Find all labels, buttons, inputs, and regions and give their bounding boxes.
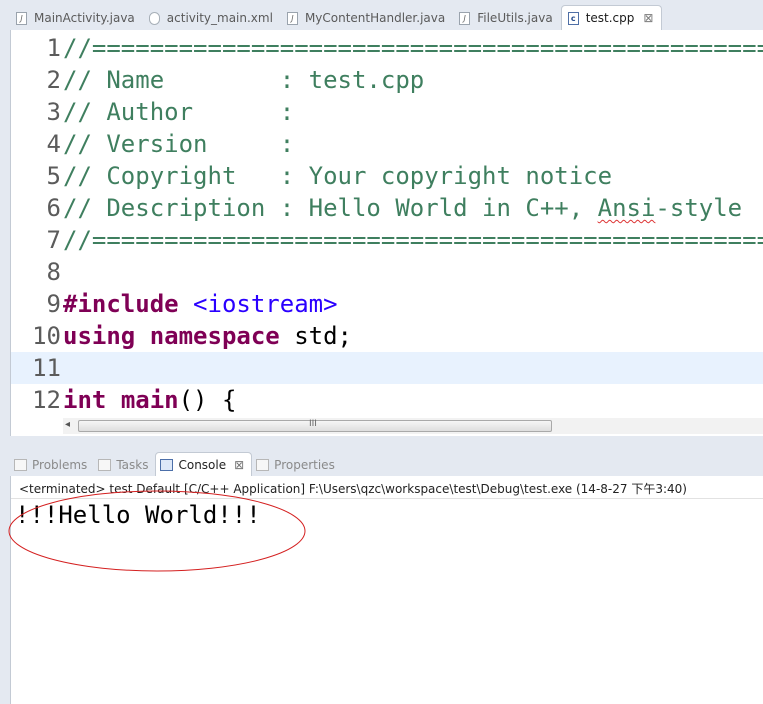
console-icon	[160, 458, 174, 471]
line-number: 12	[32, 386, 61, 414]
code-line[interactable]: 9 #include <iostream>	[11, 288, 763, 320]
line-number: 11	[32, 354, 61, 382]
properties-icon	[256, 459, 270, 471]
line-number: 8	[46, 258, 61, 286]
code-line[interactable]: 5// Copyright : Your copyright notice	[11, 160, 763, 192]
editor-tab-label: FileUtils.java	[477, 11, 553, 25]
java-file-icon: J	[459, 11, 471, 25]
annotation-ellipse	[8, 490, 306, 572]
console-tab-bar: Problems Tasks Console ⊠ Properties	[10, 452, 763, 476]
code-token: int	[63, 386, 107, 414]
code-line[interactable]: 7//=====================================…	[11, 224, 763, 256]
code-token: #include	[63, 290, 179, 318]
code-text: int main() {	[63, 384, 236, 416]
close-tab-icon[interactable]: ⊠	[643, 11, 653, 25]
line-number: 5	[46, 162, 61, 190]
view-tab-label: Properties	[274, 458, 335, 472]
cpp-file-icon: c	[567, 11, 579, 25]
editor-tab-mainactivity-java[interactable]: J MainActivity.java	[10, 6, 143, 30]
console-view[interactable]: <terminated> test Default [C/C++ Applica…	[8, 476, 763, 704]
code-text: //======================================…	[63, 224, 763, 256]
code-token: // Name : test.cpp	[63, 66, 425, 94]
line-number: 1	[46, 34, 61, 62]
code-token: // Description : Hello World in C++,	[63, 194, 598, 222]
editor-tab-bar: J MainActivity.java activity_main.xml J MyCo…	[10, 5, 763, 30]
scrollbar-grip-icon: III	[309, 419, 317, 429]
code-line[interactable]: 3// Author :	[11, 96, 763, 128]
code-line[interactable]: 4// Version :	[11, 128, 763, 160]
line-number: 2	[46, 66, 61, 94]
code-token: <iostream>	[193, 290, 338, 318]
code-editor[interactable]: 1//=====================================…	[10, 30, 763, 436]
scroll-left-icon[interactable]: ◂	[65, 419, 70, 430]
code-line[interactable]: 8	[11, 256, 763, 288]
code-text: // Version :	[63, 128, 294, 160]
line-number: 6	[46, 194, 61, 222]
line-number: 9	[46, 290, 61, 318]
code-line[interactable]: 2// Name : test.cpp	[11, 64, 763, 96]
view-tab-problems[interactable]: Problems	[10, 454, 94, 476]
code-text: // Author :	[63, 96, 294, 128]
code-token: -style	[655, 194, 743, 222]
editor-tab-label: MyContentHandler.java	[304, 11, 446, 25]
scrollbar-thumb[interactable]: III	[78, 419, 552, 432]
view-tab-console[interactable]: Console ⊠	[155, 452, 253, 476]
close-view-icon[interactable]: ⊠	[234, 458, 244, 472]
view-tab-label: Tasks	[116, 458, 149, 472]
code-token: //======================================…	[63, 34, 763, 62]
view-tab-label: Console	[178, 457, 227, 472]
editor-tab-label: activity_main.xml	[166, 11, 273, 25]
code-text: //======================================…	[63, 32, 763, 64]
code-token: using	[63, 322, 136, 350]
tasks-icon	[98, 459, 112, 471]
line-number: 7	[46, 226, 61, 254]
editor-tab-test-cpp[interactable]: c test.cpp ⊠	[560, 5, 663, 30]
editor-tab-fileutils-java[interactable]: J FileUtils.java	[453, 6, 560, 30]
code-area[interactable]: 1//=====================================…	[11, 30, 763, 416]
code-line[interactable]: 1//=====================================…	[11, 32, 763, 64]
code-token: std;	[279, 322, 352, 350]
xml-file-icon	[148, 11, 160, 25]
code-token: // Author :	[63, 98, 295, 126]
code-text: // Name : test.cpp	[63, 64, 424, 96]
code-line[interactable]: 12 int main() {	[11, 384, 763, 416]
code-token: //======================================…	[63, 226, 763, 254]
java-file-icon: J	[16, 11, 27, 25]
java-file-icon: J	[286, 11, 298, 25]
code-token: namespace	[149, 322, 280, 350]
code-token: () {	[178, 386, 237, 414]
line-number: 3	[46, 98, 61, 126]
line-number: 10	[32, 322, 61, 350]
code-text: // Copyright : Your copyright notice	[63, 160, 612, 192]
view-tab-tasks[interactable]: Tasks	[94, 454, 155, 476]
editor-tab-label: test.cpp	[585, 11, 635, 25]
problems-icon	[14, 459, 27, 471]
code-token: main	[120, 386, 179, 414]
code-text: // Description : Hello World in C++, Ans…	[63, 192, 742, 224]
code-token: // Copyright : Your copyright notice	[63, 162, 613, 190]
line-number: 4	[46, 130, 61, 158]
code-text: #include <iostream>	[63, 288, 338, 320]
code-line[interactable]: 11	[11, 352, 763, 384]
view-tab-properties[interactable]: Properties	[252, 454, 342, 476]
horizontal-scrollbar[interactable]: ◂ III	[63, 418, 763, 434]
editor-tab-mycontenthandler-java[interactable]: J MyContentHandler.java	[281, 6, 453, 30]
editor-tab-label: MainActivity.java	[34, 11, 135, 25]
editor-tab-activity-main-xml[interactable]: activity_main.xml	[143, 6, 281, 30]
code-text: using namespace std;	[63, 320, 352, 352]
code-token: Ansi	[597, 194, 656, 222]
code-line[interactable]: 6// Description : Hello World in C++, An…	[11, 192, 763, 224]
code-line[interactable]: 10 using namespace std;	[11, 320, 763, 352]
code-token: // Version :	[63, 130, 295, 158]
view-tab-label: Problems	[32, 458, 88, 472]
